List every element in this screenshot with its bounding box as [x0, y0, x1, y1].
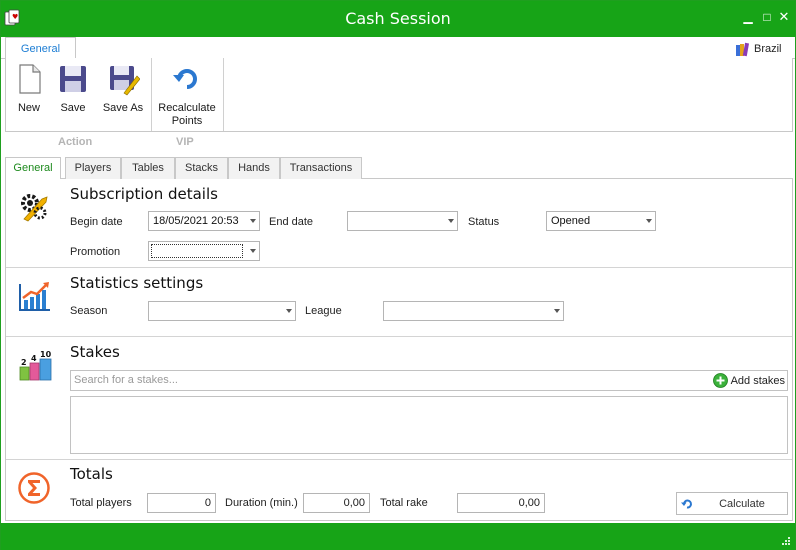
begin-date-picker[interactable]: 18/05/2021 20:53: [148, 211, 260, 231]
books-icon: [736, 42, 750, 57]
subscription-title: Subscription details: [70, 185, 218, 203]
duration-label: Duration (min.): [225, 497, 298, 509]
floppy-disk-icon: [60, 66, 86, 92]
statistics-title: Statistics settings: [70, 274, 204, 292]
ribbon-separator: [151, 58, 152, 131]
season-label: Season: [70, 305, 108, 317]
chevron-down-icon: [646, 219, 652, 223]
recalculate-label-2: Points: [171, 115, 203, 127]
maximize-button[interactable]: □: [761, 10, 773, 24]
begin-date-label: Begin date: [70, 216, 123, 228]
status-bar: [1, 523, 795, 550]
statistics-chart-icon: [19, 282, 50, 311]
minimize-button[interactable]: ▁: [742, 10, 754, 24]
save-as-label: Save As: [102, 102, 144, 114]
tab-stacks[interactable]: Stacks: [175, 157, 228, 179]
add-stakes-button[interactable]: Add stakes: [712, 372, 785, 389]
stakes-icon-number-10: 10: [40, 351, 52, 359]
focus-rectangle: [151, 244, 243, 258]
country-label: Brazil: [754, 43, 782, 55]
chevron-down-icon: [554, 309, 560, 313]
ribbon-tab-general[interactable]: General: [5, 37, 76, 60]
season-select[interactable]: [148, 301, 296, 321]
divider: [6, 267, 792, 268]
new-label: New: [17, 102, 40, 114]
chevron-down-icon: [448, 219, 454, 223]
total-players-label: Total players: [70, 497, 132, 509]
new-button[interactable]: New: [10, 62, 48, 115]
stakes-search-input[interactable]: Search for a stakes... Add stakes: [70, 370, 788, 391]
status-value: Opened: [551, 215, 591, 227]
group-label-action: Action: [58, 136, 93, 148]
tab-transactions[interactable]: Transactions: [280, 157, 362, 179]
recalculate-points-button[interactable]: Recalculate Points: [155, 62, 219, 128]
tab-hands[interactable]: Hands: [228, 157, 280, 179]
save-as-button[interactable]: Save As: [100, 62, 146, 115]
stakes-list[interactable]: [70, 396, 788, 454]
end-date-label: End date: [269, 216, 314, 228]
chevron-down-icon: [250, 219, 256, 223]
save-button[interactable]: Save: [54, 62, 92, 115]
save-as-icon: [110, 66, 140, 96]
status-select[interactable]: Opened: [546, 211, 656, 231]
close-button[interactable]: ✕: [778, 10, 790, 24]
general-tab-content: Subscription details Begin date 18/05/20…: [5, 179, 793, 521]
status-label: Status: [468, 216, 500, 228]
refresh-icon: [681, 499, 692, 509]
resize-grip-icon[interactable]: [781, 536, 791, 546]
divider: [6, 336, 792, 337]
window-title: Cash Session: [345, 9, 451, 28]
stakes-icon-number-4: 4: [31, 354, 37, 363]
cash-session-window: ♥ Cash Session ▁ □ ✕ General Brazil New: [0, 0, 796, 550]
total-players-field[interactable]: 0: [147, 493, 216, 513]
begin-date-value: 18/05/2021 20:53: [153, 215, 239, 227]
end-date-picker[interactable]: [347, 211, 458, 231]
calculate-button[interactable]: Calculate: [676, 492, 788, 515]
recalculate-label-1: Recalculate: [158, 102, 216, 114]
country-selector[interactable]: Brazil: [735, 41, 782, 57]
content-tab-bar: General Players Tables Stacks Hands Tran…: [5, 157, 793, 180]
totals-title: Totals: [70, 465, 113, 483]
stakes-search-placeholder: Search for a stakes...: [74, 374, 178, 386]
chevron-down-icon: [250, 249, 256, 253]
refresh-icon: [173, 69, 197, 89]
add-stakes-label: Add stakes: [730, 374, 785, 387]
league-select[interactable]: [383, 301, 564, 321]
ribbon-tab-bar: General Brazil: [1, 37, 795, 60]
sigma-icon: [18, 472, 50, 504]
stakes-icon-number-2: 2: [21, 358, 27, 367]
calculate-label: Calculate: [719, 498, 765, 510]
stakes-title: Stakes: [70, 343, 120, 361]
group-label-vip: VIP: [176, 136, 194, 148]
save-label: Save: [60, 102, 86, 114]
add-circle-icon: [712, 373, 728, 388]
wrench-gear-icon: [21, 194, 48, 222]
duration-field[interactable]: 0,00: [303, 493, 370, 513]
promotion-select[interactable]: [148, 241, 260, 261]
total-rake-field[interactable]: 0,00: [457, 493, 545, 513]
tab-tables[interactable]: Tables: [121, 157, 175, 179]
tab-general[interactable]: General: [5, 157, 61, 180]
title-bar: ♥ Cash Session ▁ □ ✕: [1, 1, 795, 37]
total-rake-label: Total rake: [380, 497, 428, 509]
chevron-down-icon: [286, 309, 292, 313]
ribbon-panel: New Save Save As Recalculate Points: [5, 58, 793, 132]
divider: [6, 459, 792, 460]
promotion-label: Promotion: [70, 246, 121, 258]
league-label: League: [305, 305, 342, 317]
ribbon-separator-2: [223, 58, 224, 131]
tab-players[interactable]: Players: [65, 157, 121, 179]
new-document-icon: [19, 64, 41, 94]
stakes-bars-icon: 2 4 10: [19, 351, 52, 381]
